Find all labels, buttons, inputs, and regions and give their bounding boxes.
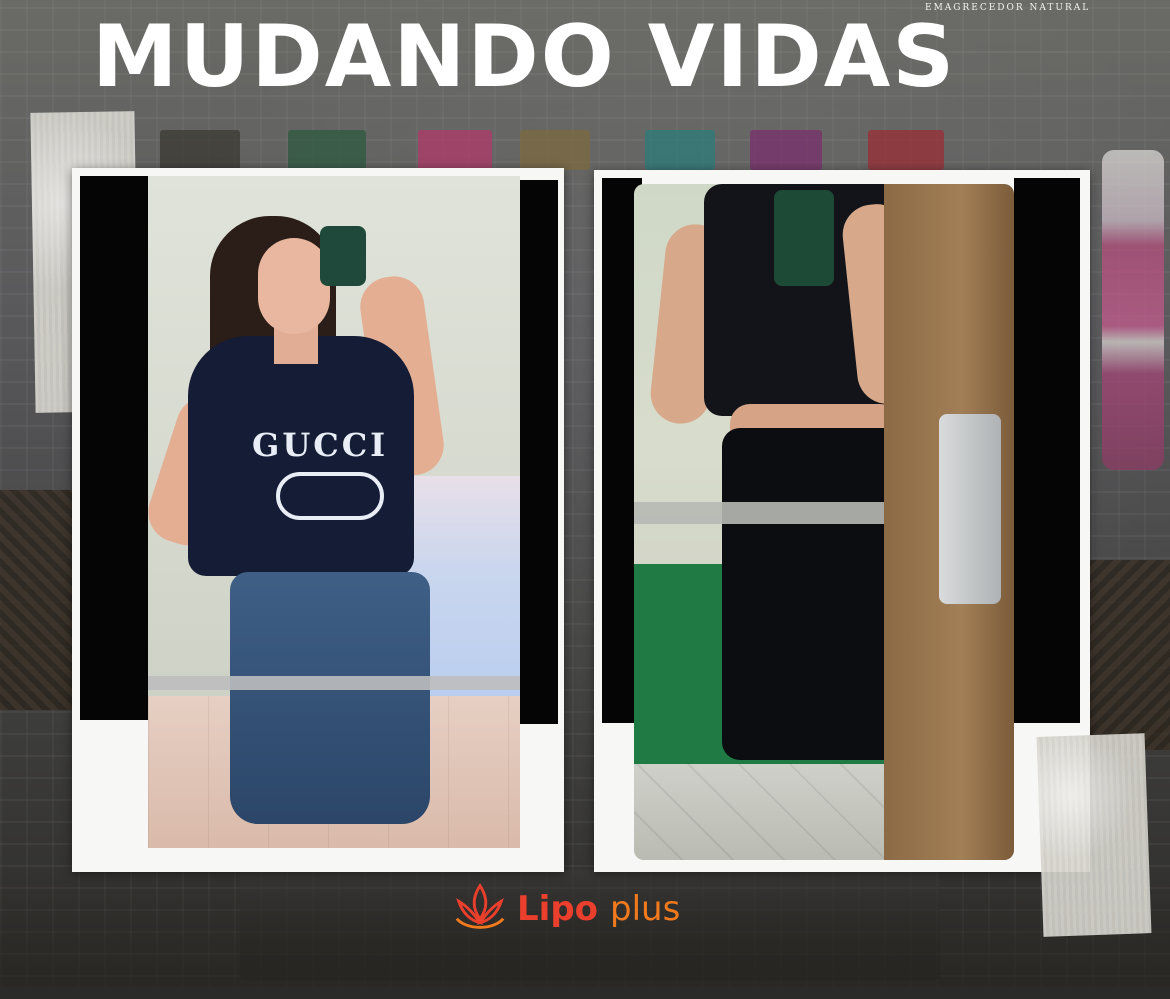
shirt-logo-graphic [276,472,384,520]
door-handle [939,414,1001,604]
background-chair-right [1088,560,1170,750]
phone [774,190,834,286]
after-photo [634,184,1014,860]
frame-black-band-left [80,176,148,720]
brand-name-plus: plus [610,889,681,929]
brand-name-lipo: Lipo [517,889,599,929]
mirror-rail [634,502,924,524]
shelf-bottle [645,130,715,170]
background-product-jar [1102,150,1164,470]
before-photo: GUCCI [148,176,520,848]
frame-black-band-right [520,180,558,724]
bottom-bar [0,987,1170,999]
shelf-bottle [160,130,240,170]
shelf-bottle [520,130,590,170]
tagline: EMAGRECEDOR NATURAL [925,3,1091,13]
frame-black-band-right [1014,178,1080,723]
before-photo-frame: GUCCI [72,168,564,872]
jeans [230,572,430,824]
shelf-bottle [868,130,944,170]
shelf-bottle [750,130,822,170]
mirror-rail [148,676,520,690]
after-photo-frame [594,170,1090,872]
page-title: MUDANDO VIDAS [92,7,957,107]
shirt-text: GUCCI [252,426,389,464]
shelf-bottle [288,130,366,170]
brand-logo: Lipo plus [451,880,680,938]
shelf-bottle [418,130,492,170]
tape-strip-right [1036,733,1152,937]
phone [320,226,366,286]
background-chair-left [0,490,80,710]
lotus-flame-icon [455,883,505,929]
